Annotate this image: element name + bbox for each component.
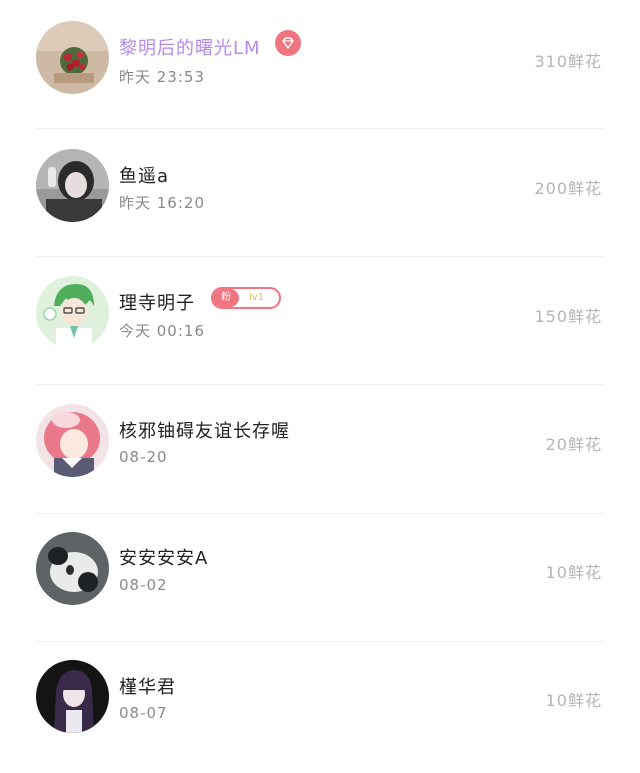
diamond-icon: [282, 37, 294, 49]
flower-count: 10鲜花: [545, 691, 602, 710]
avatar[interactable]: [36, 404, 109, 477]
fan-label: 粉: [213, 289, 239, 307]
list-item[interactable]: 黎明后的曙光LM 昨天 23:53 310鲜花: [0, 0, 640, 128]
avatar[interactable]: [36, 21, 109, 94]
contact-name[interactable]: 理寺明子: [119, 289, 195, 315]
avatar-anime-green-hair: [36, 276, 109, 349]
avatar[interactable]: [36, 149, 109, 222]
last-seen-time: 昨天 16:20: [119, 194, 205, 212]
flower-count: 310鲜花: [534, 52, 602, 71]
last-seen-time: 08-07: [119, 704, 168, 722]
avatar-flowers-image: [36, 21, 109, 94]
list-item[interactable]: 安安安安A 08-02 10鲜花: [0, 513, 640, 641]
fan-level: lv1: [249, 292, 265, 303]
fan-level-badge: 粉 lv1: [211, 287, 281, 309]
contact-name[interactable]: 槿华君: [119, 673, 176, 699]
flower-count: 200鲜花: [534, 179, 602, 198]
last-seen-time: 昨天 23:53: [119, 68, 205, 86]
flower-count: 20鲜花: [545, 435, 602, 454]
avatar[interactable]: [36, 276, 109, 349]
avatar[interactable]: [36, 660, 109, 733]
list-item[interactable]: 理寺明子 粉 lv1 今天 00:16 150鲜花: [0, 256, 640, 384]
avatar-panda-photo: [36, 532, 109, 605]
list-item[interactable]: 核邪铀碍友谊长存喔 08-20 20鲜花: [0, 384, 640, 512]
avatar-anime-dark-hair: [36, 660, 109, 733]
contact-name[interactable]: 黎明后的曙光LM: [119, 34, 261, 60]
flower-count: 150鲜花: [534, 307, 602, 326]
contact-name[interactable]: 核邪铀碍友谊长存喔: [119, 417, 290, 443]
list-item[interactable]: 鱼遥a 昨天 16:20 200鲜花: [0, 128, 640, 256]
contact-name[interactable]: 鱼遥a: [119, 162, 169, 188]
list-item[interactable]: 槿华君 08-07 10鲜花: [0, 641, 640, 769]
avatar-anime-pink-hair: [36, 404, 109, 477]
avatar[interactable]: [36, 532, 109, 605]
last-seen-time: 今天 00:16: [119, 322, 205, 340]
flower-ranking-list: 黎明后的曙光LM 昨天 23:53 310鲜花 鱼遥a 昨天 16:20 200…: [0, 0, 640, 773]
last-seen-time: 08-02: [119, 576, 168, 594]
contact-name[interactable]: 安安安安A: [119, 544, 208, 570]
last-seen-time: 08-20: [119, 448, 168, 466]
avatar-girl-photo: [36, 149, 109, 222]
vip-badge: [275, 30, 301, 56]
flower-count: 10鲜花: [545, 563, 602, 582]
